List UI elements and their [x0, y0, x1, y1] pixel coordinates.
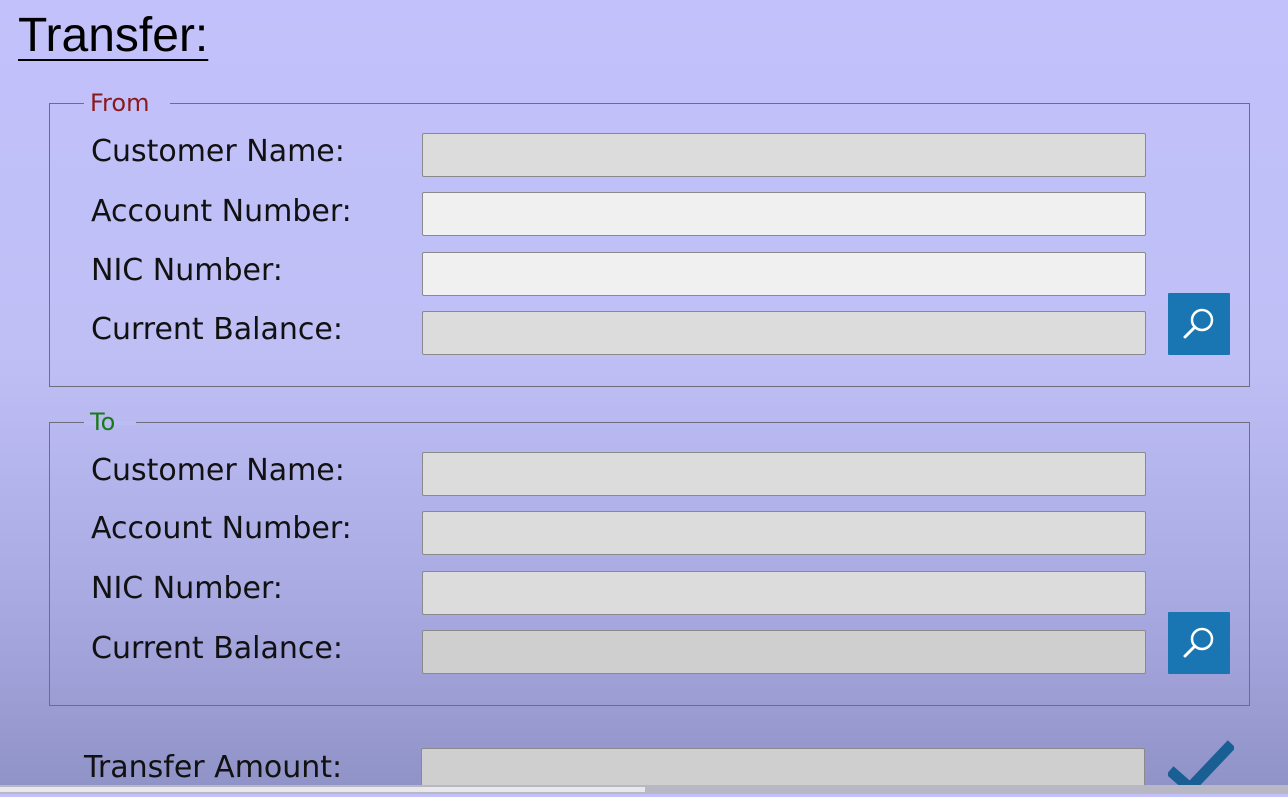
from-nic-number-label: NIC Number:	[91, 253, 283, 288]
to-nic-number-field[interactable]	[422, 571, 1146, 615]
search-icon	[1183, 627, 1214, 658]
from-groupbox: From Customer Name: Account Number: NIC …	[49, 89, 1250, 387]
from-nic-number-field[interactable]	[422, 252, 1146, 296]
to-customer-name-field[interactable]	[422, 452, 1146, 496]
from-customer-name-field[interactable]	[422, 133, 1146, 177]
transfer-amount-label: Transfer Amount:	[84, 750, 343, 785]
page-title: Transfer:	[18, 9, 209, 62]
to-legend: To	[90, 408, 116, 436]
scrollbar-thumb[interactable]	[0, 787, 645, 792]
to-current-balance-field[interactable]	[422, 630, 1146, 674]
from-account-number-field[interactable]	[422, 192, 1146, 236]
to-customer-name-label: Customer Name:	[91, 453, 345, 488]
search-icon	[1183, 308, 1214, 339]
to-current-balance-label: Current Balance:	[91, 631, 343, 666]
to-nic-number-label: NIC Number:	[91, 571, 283, 606]
from-current-balance-field[interactable]	[422, 311, 1146, 355]
from-current-balance-label: Current Balance:	[91, 312, 343, 347]
from-legend: From	[90, 89, 150, 117]
from-customer-name-label: Customer Name:	[91, 134, 345, 169]
to-search-button[interactable]	[1168, 612, 1230, 674]
from-account-number-label: Account Number:	[91, 194, 352, 229]
from-search-button[interactable]	[1168, 293, 1230, 355]
to-account-number-field[interactable]	[422, 511, 1146, 555]
to-account-number-label: Account Number:	[91, 511, 352, 546]
to-groupbox: To Customer Name: Account Number: NIC Nu…	[49, 408, 1250, 706]
